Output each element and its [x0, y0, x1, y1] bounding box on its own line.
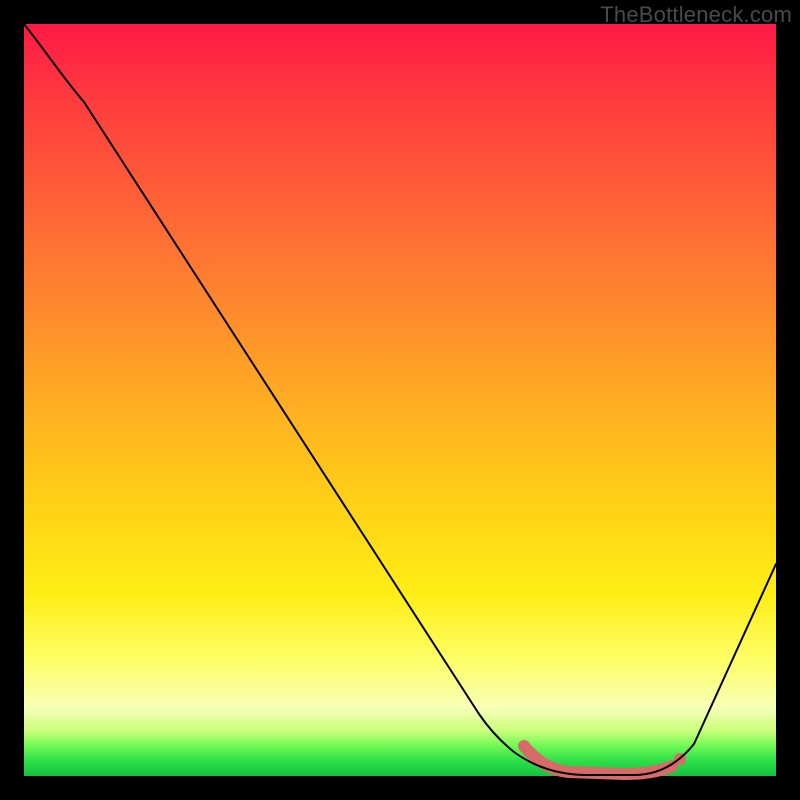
curve-svg [24, 24, 776, 776]
watermark-text: TheBottleneck.com [600, 2, 792, 28]
chart-frame: TheBottleneck.com [0, 0, 800, 800]
valley-highlight [524, 746, 672, 774]
bottleneck-curve [24, 24, 776, 775]
plot-area [24, 24, 776, 776]
